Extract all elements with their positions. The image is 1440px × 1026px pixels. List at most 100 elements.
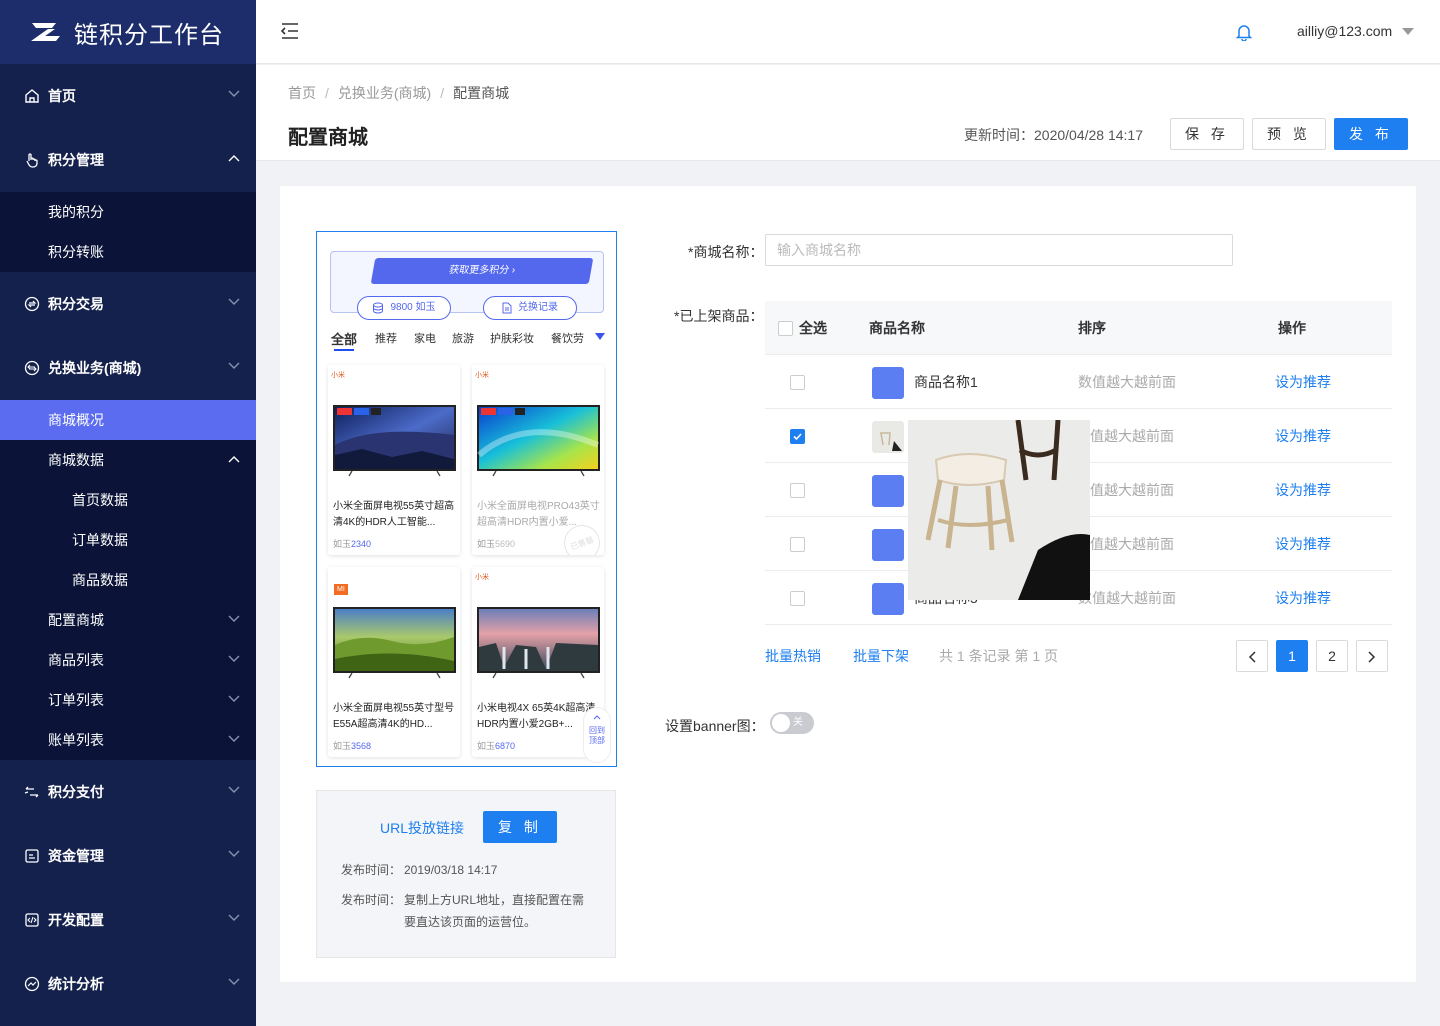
chevron-down-icon xyxy=(228,362,240,369)
tv-image xyxy=(333,607,456,679)
category-tab[interactable]: 餐饮劳 xyxy=(551,330,595,346)
product-price: 如玉5690 xyxy=(477,537,515,550)
menu-points-pay[interactable]: 积分支付 xyxy=(0,760,256,824)
breadcrumb: 首页 / 兑换业务(商城) / 配置商城 xyxy=(288,83,509,103)
chevron-down-icon xyxy=(228,90,240,97)
breadcrumb-item[interactable]: 兑换业务(商城) xyxy=(338,85,431,101)
breadcrumb-separator: / xyxy=(325,85,329,101)
category-tab[interactable]: 推荐 xyxy=(375,330,397,346)
logo[interactable]: 链积分工作台 xyxy=(0,0,256,64)
sidebar-item-goods-data[interactable]: 商品数据 xyxy=(0,560,256,600)
menu-dev-config-label: 开发配置 xyxy=(48,912,104,928)
price-value: 5690 xyxy=(495,539,516,549)
triangle-down-icon[interactable] xyxy=(595,333,605,341)
row-checkbox[interactable] xyxy=(790,375,805,390)
product-thumbnail[interactable] xyxy=(872,529,904,561)
product-card[interactable]: MI 小米全面屏电视55英寸型号E55A超高清4K的HD... 如玉3568 xyxy=(328,567,460,757)
product-thumbnail[interactable] xyxy=(872,421,904,453)
preview-button[interactable]: 预 览 xyxy=(1252,118,1326,150)
next-page-button[interactable] xyxy=(1356,640,1388,672)
product-price: 如玉6870 xyxy=(477,739,515,752)
sidebar-item-mall-overview[interactable]: 商城概况 xyxy=(0,400,256,440)
tv-image xyxy=(477,405,600,477)
brand-logo: MI xyxy=(334,584,348,595)
bell-icon[interactable] xyxy=(1236,23,1252,41)
caret-down-icon[interactable] xyxy=(1402,28,1414,36)
mall-name-label: *商城名称： xyxy=(688,244,764,260)
sidebar-item-label: 积分转账 xyxy=(48,244,104,260)
mall-name-input[interactable] xyxy=(765,234,1233,266)
menu-dev-config[interactable]: 开发配置 xyxy=(0,888,256,952)
menu-home[interactable]: 首页 xyxy=(0,64,256,128)
menu-points-pay-label: 积分支付 xyxy=(48,784,104,800)
set-recommend-link[interactable]: 设为推荐 xyxy=(1275,409,1331,463)
points-balance-pill[interactable]: 9800 如玉 xyxy=(357,296,451,320)
menu-exchange[interactable]: 兑换业务(商城) xyxy=(0,336,256,400)
sidebar-item-my-points[interactable]: 我的积分 xyxy=(0,192,256,232)
product-thumbnail[interactable] xyxy=(872,583,904,615)
sidebar-item-bill-list[interactable]: 账单列表 xyxy=(0,720,256,760)
sidebar-item-order-data[interactable]: 订单数据 xyxy=(0,520,256,560)
sidebar-item-points-transfer[interactable]: 积分转账 xyxy=(0,232,256,272)
publish-button[interactable]: 发 布 xyxy=(1334,118,1408,150)
save-button[interactable]: 保 存 xyxy=(1170,118,1244,150)
copy-button[interactable]: 复 制 xyxy=(483,811,557,843)
menu-points-mgmt[interactable]: 积分管理 xyxy=(0,128,256,192)
page-title: 配置商城 xyxy=(288,127,368,149)
brand-logo: 小米 xyxy=(331,372,345,379)
price-value: 6870 xyxy=(495,741,516,751)
category-tab[interactable]: 家电 xyxy=(414,330,436,346)
sidebar-item-label: 商城数据 xyxy=(48,452,104,468)
page-button-2[interactable]: 2 xyxy=(1316,640,1348,672)
sidebar-item-home-data[interactable]: 首页数据 xyxy=(0,480,256,520)
banner-toggle[interactable]: 关 xyxy=(770,712,814,734)
back-to-top-button[interactable]: 回到 顶部 xyxy=(583,707,611,763)
product-thumbnail[interactable] xyxy=(872,475,904,507)
select-all-checkbox[interactable] xyxy=(778,321,793,336)
set-recommend-link[interactable]: 设为推荐 xyxy=(1275,355,1331,409)
set-recommend-link[interactable]: 设为推荐 xyxy=(1275,517,1331,571)
menu-points-trade[interactable]: 积分交易 xyxy=(0,272,256,336)
user-email[interactable]: ailliy@123.com xyxy=(1297,23,1392,39)
brand-logo: 小米 xyxy=(475,574,489,581)
page-button-1[interactable]: 1 xyxy=(1276,640,1308,672)
set-recommend-link[interactable]: 设为推荐 xyxy=(1275,571,1331,625)
logo-icon xyxy=(31,23,60,41)
sidebar-item-goods-list[interactable]: 商品列表 xyxy=(0,640,256,680)
chevron-down-icon xyxy=(228,655,240,662)
row-checkbox[interactable] xyxy=(790,483,805,498)
product-card[interactable]: 小米 小米全面屏电视PRO43英寸超高清HDR内置小爱... 如玉5690 已售… xyxy=(472,365,604,555)
breadcrumb-item[interactable]: 首页 xyxy=(288,85,316,101)
product-price: 如玉2340 xyxy=(333,537,371,550)
url-link-label[interactable]: URL投放链接 xyxy=(380,818,464,838)
points-value: 9800 如玉 xyxy=(390,302,436,313)
chevron-down-icon xyxy=(228,735,240,742)
row-checkbox[interactable] xyxy=(790,537,805,552)
points-panel: 获取更多积分 › 9800 如玉 兑换记录 xyxy=(330,251,604,320)
sort-value: 值越大越前面 xyxy=(1090,482,1174,498)
batch-offshelf-button[interactable]: 批量下架 xyxy=(853,640,909,672)
menu-stats-label: 统计分析 xyxy=(48,976,104,992)
category-tab[interactable]: 全部 xyxy=(331,329,357,348)
get-more-points-banner[interactable]: 获取更多积分 › xyxy=(370,258,594,284)
batch-hot-button[interactable]: 批量热销 xyxy=(765,640,821,672)
category-tab[interactable]: 护肤彩妆 xyxy=(490,330,534,346)
prev-page-button[interactable] xyxy=(1236,640,1268,672)
menu-fund-mgmt[interactable]: 资金管理 xyxy=(0,824,256,888)
exchange-record-pill[interactable]: 兑换记录 xyxy=(483,296,577,320)
menu-stats[interactable]: 统计分析 xyxy=(0,952,256,1016)
product-thumbnail[interactable] xyxy=(872,367,904,399)
sidebar-item-mall-data[interactable]: 商城数据 xyxy=(0,440,256,480)
wallet-icon xyxy=(25,849,39,863)
row-checkbox[interactable] xyxy=(790,591,805,606)
menu-fold-icon[interactable] xyxy=(280,22,300,40)
row-checkbox[interactable] xyxy=(790,429,805,444)
set-recommend-link[interactable]: 设为推荐 xyxy=(1275,463,1331,517)
category-tab[interactable]: 旅游 xyxy=(452,330,474,346)
select-all-label[interactable]: 全选 xyxy=(799,301,827,355)
product-card[interactable]: 小米 小米全面屏电视55英寸超高清4K的HDR人工智能... 如玉2340 xyxy=(328,365,460,555)
sidebar-item-config-mall[interactable]: 配置商城 xyxy=(0,600,256,640)
chevron-left-icon xyxy=(1248,651,1256,663)
table-footer: 批量热销 批量下架 共 1 条记录 第 1 页 1 2 xyxy=(765,640,1392,672)
sidebar-item-order-list[interactable]: 订单列表 xyxy=(0,680,256,720)
